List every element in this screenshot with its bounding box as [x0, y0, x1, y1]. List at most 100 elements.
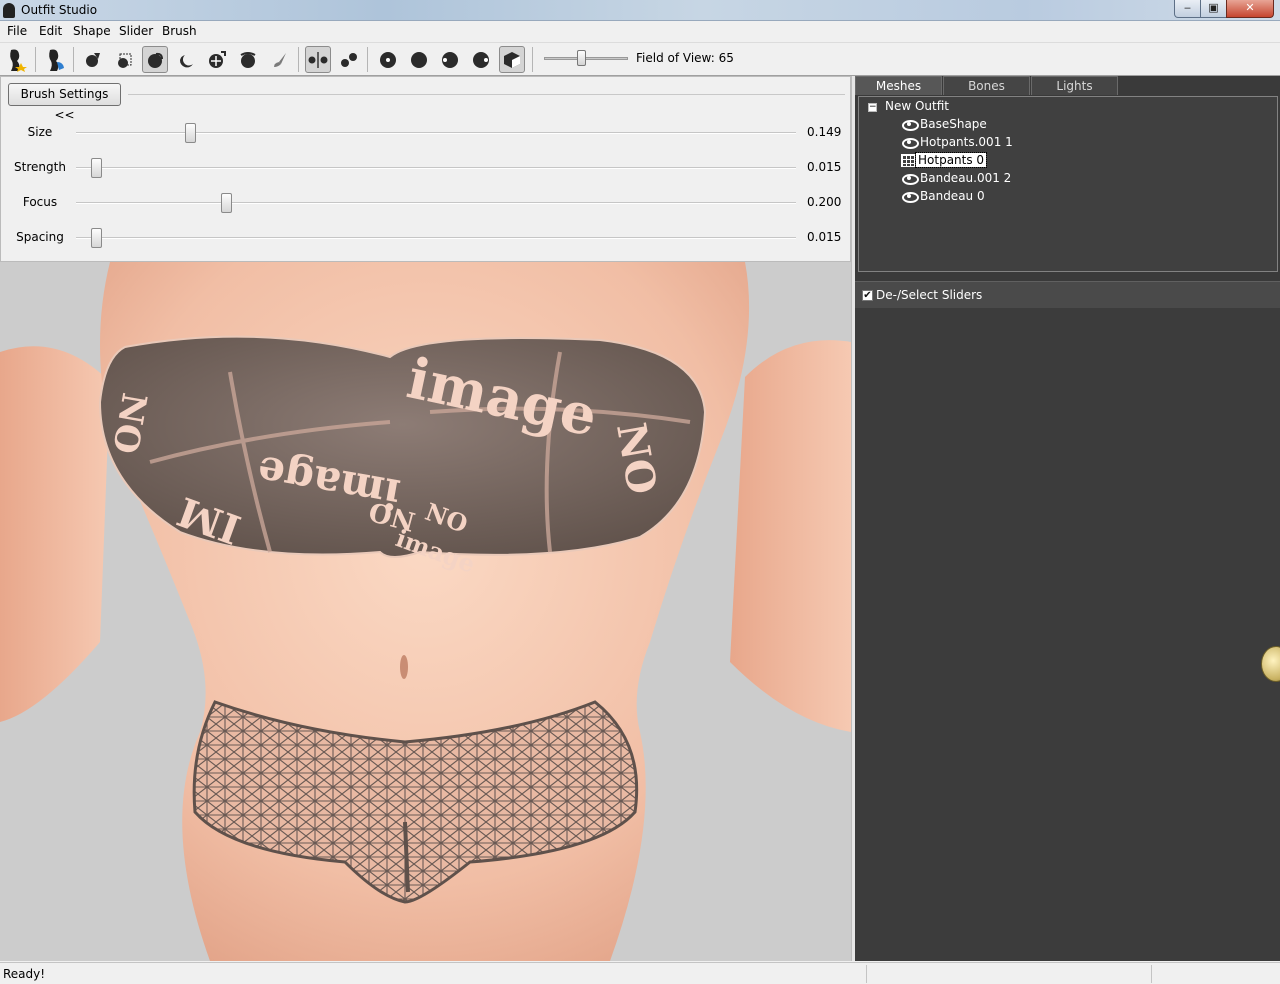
tree-root-outfit[interactable]: New Outfit: [885, 99, 949, 113]
brush-settings-panel: Brush Settings << Size 0.149 Strength 0.…: [0, 76, 851, 262]
tree-item-label: Bandeau.001 2: [920, 171, 1012, 185]
move-brush-icon: [209, 50, 226, 68]
strength-label: Strength: [14, 160, 66, 174]
status-bar: Ready!: [0, 962, 1280, 984]
toolbar-separator: [35, 47, 36, 72]
deflate-brush-icon: [179, 54, 193, 67]
right-arm: [730, 340, 851, 732]
x-mirror-button[interactable]: [305, 46, 331, 73]
tree-item-label: BaseShape: [920, 117, 987, 131]
left-arm: [0, 346, 110, 722]
maximize-button[interactable]: ▣: [1200, 0, 1227, 18]
connected-icon: [341, 52, 357, 67]
tree-item-hotpants[interactable]: Hotpants 0: [901, 152, 988, 168]
inflate-brush-icon: [148, 52, 163, 68]
size-label: Size: [27, 125, 53, 139]
smooth-tool-button[interactable]: [235, 46, 261, 73]
strength-slider-track[interactable]: [76, 167, 796, 169]
tab-bones[interactable]: Bones: [943, 76, 1030, 95]
tree-item-label: Hotpants 0: [914, 152, 988, 168]
menu-brush[interactable]: Brush: [162, 24, 197, 38]
status-text: Ready!: [3, 967, 46, 981]
paintbrush-icon: [274, 52, 286, 67]
spacing-slider-track[interactable]: [76, 237, 796, 239]
move-tool-button[interactable]: [204, 46, 230, 73]
select-tool-button[interactable]: [80, 46, 106, 73]
menu-file[interactable]: File: [7, 24, 27, 38]
sliders-list: [855, 308, 1280, 961]
minimize-button[interactable]: ‒: [1174, 0, 1201, 18]
cube-icon: [504, 51, 520, 68]
view-right-button[interactable]: [468, 46, 494, 73]
fov-slider-thumb[interactable]: [577, 50, 586, 66]
mesh-tree: − New Outfit BaseShape Hotpants.001 1 Ho…: [858, 96, 1278, 272]
outfit-studio-window: Outfit Studio ‒ ▣ ✕ File Edit Shape Slid…: [0, 0, 1280, 984]
perspective-button[interactable]: [499, 46, 525, 73]
outfit-tabs: Meshes Bones Lights: [855, 76, 1280, 95]
menu-slider[interactable]: Slider: [119, 24, 153, 38]
view-right-icon: [473, 51, 489, 68]
deflate-tool-button[interactable]: [173, 46, 199, 73]
focus-slider-track[interactable]: [76, 202, 796, 204]
tab-meshes[interactable]: Meshes: [855, 76, 942, 95]
window-title: Outfit Studio: [21, 3, 98, 17]
mirror-icon: [308, 51, 328, 68]
toolbar-separator: [73, 47, 74, 72]
view-left-icon: [442, 51, 458, 68]
size-value: 0.149: [807, 125, 842, 139]
status-separator: [866, 965, 867, 983]
select-sliders-label: De-/Select Sliders: [876, 288, 983, 302]
view-left-button[interactable]: [437, 46, 463, 73]
app-icon: [3, 3, 15, 18]
view-front-button[interactable]: [375, 46, 401, 73]
load-reference-button[interactable]: [4, 46, 30, 73]
menu-edit[interactable]: Edit: [39, 24, 62, 38]
menu-shape[interactable]: Shape: [73, 24, 111, 38]
size-slider-thumb[interactable]: [184, 123, 196, 143]
inflate-tool-button[interactable]: [142, 46, 168, 73]
view-front-icon: [380, 51, 396, 68]
toolbar-separator: [298, 47, 299, 72]
tree-collapse-toggle[interactable]: −: [868, 103, 877, 112]
model-render: image NO image NO NO image IM NO: [0, 262, 851, 961]
right-panel: Meshes Bones Lights − New Outfit BaseSha…: [855, 76, 1280, 961]
navel: [400, 655, 408, 679]
load-outfit-button[interactable]: [43, 46, 69, 73]
tree-item-baseshape[interactable]: BaseShape: [901, 116, 989, 132]
eye-icon[interactable]: [901, 119, 919, 131]
strength-value: 0.015: [807, 160, 842, 174]
eye-icon[interactable]: [901, 137, 919, 149]
mask-tool-button[interactable]: [112, 46, 138, 73]
view-back-icon: [411, 51, 427, 68]
weight-paint-tool-button[interactable]: [267, 46, 293, 73]
focus-value: 0.200: [807, 195, 842, 209]
menu-bar: File Edit Shape Slider Brush: [0, 21, 1280, 42]
smooth-brush-icon: [240, 51, 256, 68]
grid-icon[interactable]: [901, 153, 915, 167]
3d-viewport[interactable]: image NO image NO NO image IM NO: [0, 262, 851, 961]
tree-item-bandeau[interactable]: Bandeau 0: [901, 188, 987, 204]
fov-slider-track[interactable]: [544, 57, 628, 60]
eye-icon[interactable]: [901, 173, 919, 185]
connected-only-button[interactable]: [336, 46, 362, 73]
focus-slider-thumb[interactable]: [220, 193, 232, 213]
tree-item-hotpants-001[interactable]: Hotpants.001 1: [901, 134, 1015, 150]
toolbar-separator: [367, 47, 368, 72]
brush-settings-toggle-button[interactable]: Brush Settings <<: [8, 83, 121, 122]
spacing-value: 0.015: [807, 230, 842, 244]
focus-label: Focus: [22, 195, 58, 209]
tab-lights[interactable]: Lights: [1031, 76, 1118, 95]
eye-icon[interactable]: [901, 191, 919, 203]
spacing-slider-thumb[interactable]: [91, 228, 102, 248]
brush-settings-divider: [128, 94, 845, 95]
title-bar: Outfit Studio ‒ ▣ ✕: [0, 0, 1280, 21]
toolbar-separator: [532, 47, 533, 72]
tree-item-bandeau-001[interactable]: Bandeau.001 2: [901, 170, 1013, 186]
select-sliders-checkbox[interactable]: ✔: [862, 290, 873, 301]
strength-slider-thumb[interactable]: [91, 158, 102, 178]
view-back-button[interactable]: [406, 46, 432, 73]
close-button[interactable]: ✕: [1226, 0, 1274, 18]
tree-item-label: Bandeau 0: [920, 189, 985, 203]
outfit-silhouette-icon: [49, 49, 64, 71]
fov-label: Field of View: 65: [636, 51, 734, 65]
